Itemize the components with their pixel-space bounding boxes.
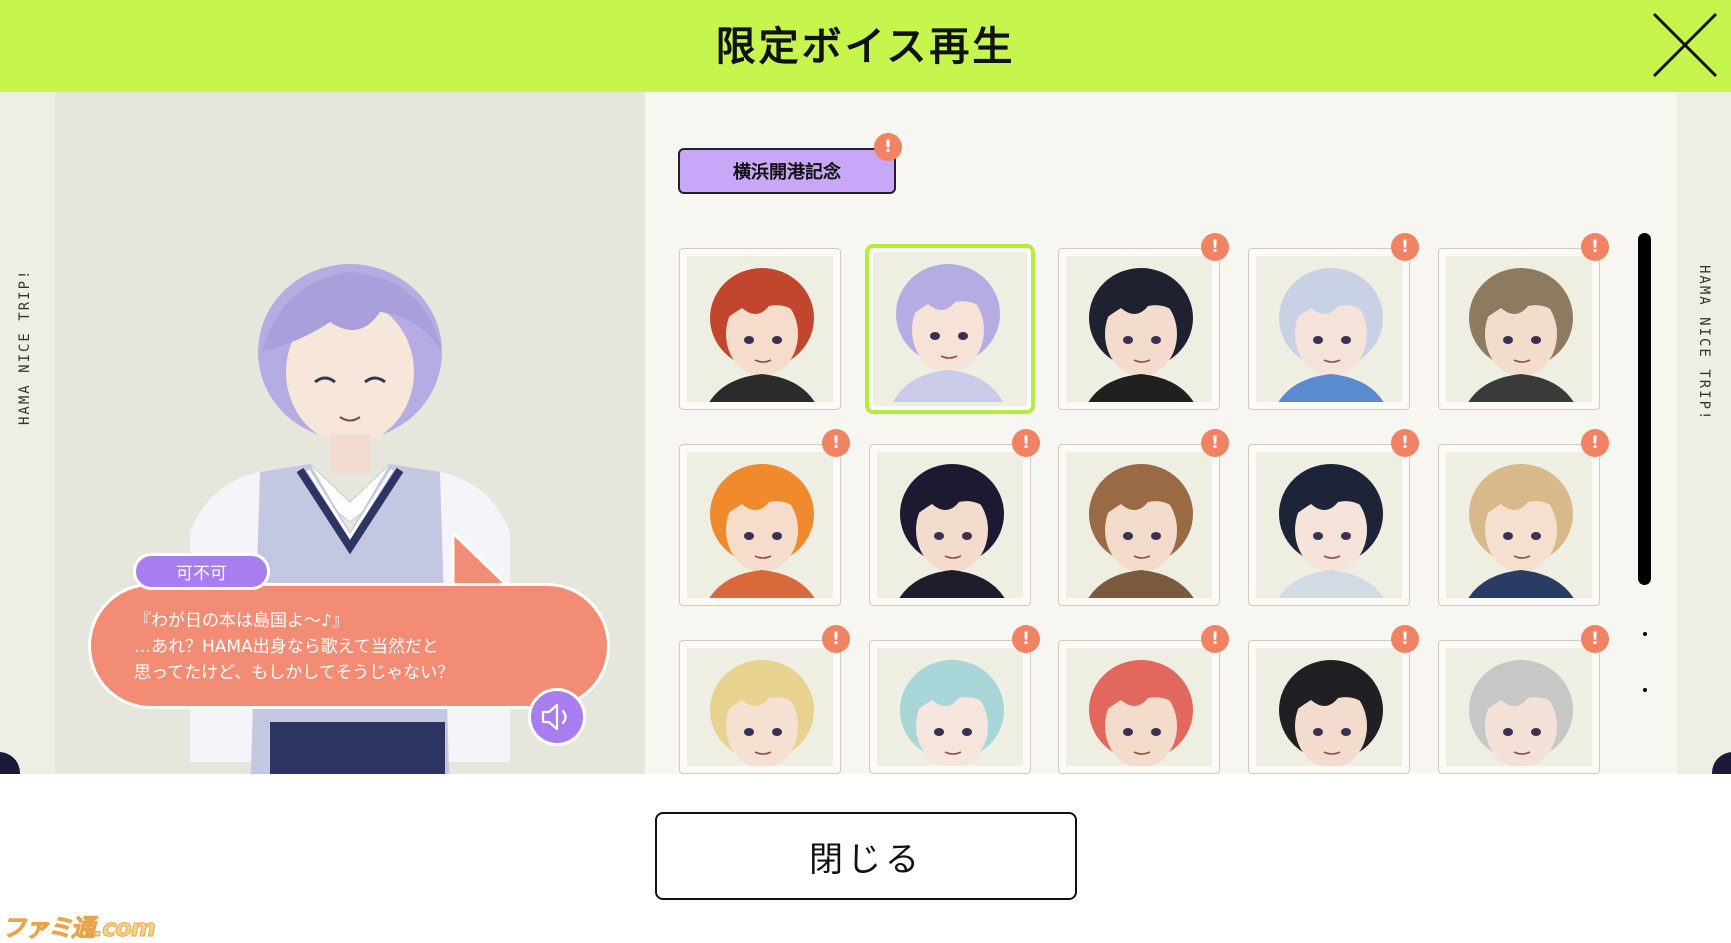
portrait-art bbox=[1066, 452, 1212, 598]
new-voice-badge: ! bbox=[1391, 233, 1419, 261]
header-bar: 限定ボイス再生 bbox=[0, 0, 1731, 92]
portrait-art bbox=[1256, 256, 1402, 402]
character-portrait[interactable] bbox=[1058, 640, 1220, 774]
event-tab-yokohama[interactable]: 横浜開港記念 bbox=[678, 148, 896, 194]
portrait-art bbox=[1446, 452, 1592, 598]
new-voice-badge: ! bbox=[822, 429, 850, 457]
character-portrait[interactable] bbox=[1248, 640, 1410, 774]
character-portrait[interactable] bbox=[1248, 444, 1410, 606]
character-portrait[interactable] bbox=[1248, 248, 1410, 410]
speaker-name: 可不可 bbox=[176, 564, 227, 584]
character-portrait[interactable] bbox=[869, 640, 1031, 774]
character-portrait[interactable] bbox=[865, 244, 1035, 414]
character-portrait[interactable] bbox=[1058, 248, 1220, 410]
close-icon[interactable] bbox=[1650, 10, 1720, 80]
dialogue-text: 『わが日の本は島国よ～♪』 …あれ？HAMA出身なら歌えて当然だと 思ってたけど… bbox=[134, 611, 455, 683]
play-voice-button[interactable] bbox=[528, 688, 586, 746]
portrait-art bbox=[1066, 256, 1212, 402]
new-voice-badge: ! bbox=[1581, 625, 1609, 653]
scroll-dot bbox=[1643, 632, 1647, 636]
new-voice-badge: ! bbox=[1581, 429, 1609, 457]
portrait-art bbox=[1446, 648, 1592, 766]
character-portrait[interactable] bbox=[1438, 444, 1600, 606]
close-button-label: 閉じる bbox=[809, 839, 923, 880]
character-portrait[interactable] bbox=[1438, 248, 1600, 410]
character-portrait[interactable] bbox=[1058, 444, 1220, 606]
new-voice-badge: ! bbox=[822, 625, 850, 653]
portrait-art bbox=[687, 648, 833, 766]
watermark-logo: ファミ通.com bbox=[2, 914, 157, 943]
portrait-art bbox=[1256, 452, 1402, 598]
side-label-right: HAMA NICE TRIP! bbox=[1696, 265, 1712, 422]
new-voice-badge: ! bbox=[1581, 233, 1609, 261]
page-title: 限定ボイス再生 bbox=[715, 24, 1016, 70]
character-portrait[interactable] bbox=[679, 248, 841, 410]
new-voice-badge: ! bbox=[1012, 625, 1040, 653]
event-tab-label: 横浜開港記念 bbox=[733, 162, 841, 183]
character-portrait[interactable] bbox=[869, 444, 1031, 606]
portrait-art bbox=[877, 452, 1023, 598]
character-portrait[interactable] bbox=[1438, 640, 1600, 774]
list-scrollbar[interactable] bbox=[1638, 233, 1651, 585]
new-voice-badge: ! bbox=[1012, 429, 1040, 457]
new-voice-badge: ! bbox=[1391, 625, 1419, 653]
portrait-art bbox=[687, 256, 833, 402]
new-voice-badge: ! bbox=[1201, 233, 1229, 261]
new-voice-badge: ! bbox=[1201, 625, 1229, 653]
close-button[interactable]: 閉じる bbox=[655, 812, 1077, 900]
portrait-art bbox=[687, 452, 833, 598]
new-voice-badge: ! bbox=[1201, 429, 1229, 457]
speaker-name-tag: 可不可 bbox=[133, 553, 270, 590]
right-side-strip bbox=[1677, 92, 1731, 774]
speaker-icon bbox=[541, 703, 567, 731]
exclamation-badge-icon: ! bbox=[884, 137, 892, 157]
left-side-strip bbox=[0, 92, 55, 774]
event-tab-new-badge: ! bbox=[874, 133, 902, 161]
portrait-art bbox=[877, 648, 1023, 766]
side-label-left: HAMA NICE TRIP! bbox=[17, 268, 33, 425]
scroll-dot bbox=[1643, 688, 1647, 692]
portrait-art bbox=[1256, 648, 1402, 766]
character-portrait[interactable] bbox=[679, 444, 841, 606]
portrait-art bbox=[1066, 648, 1212, 766]
portrait-art bbox=[873, 252, 1027, 406]
new-voice-badge: ! bbox=[1391, 429, 1419, 457]
portrait-art bbox=[1446, 256, 1592, 402]
character-portrait[interactable] bbox=[679, 640, 841, 774]
